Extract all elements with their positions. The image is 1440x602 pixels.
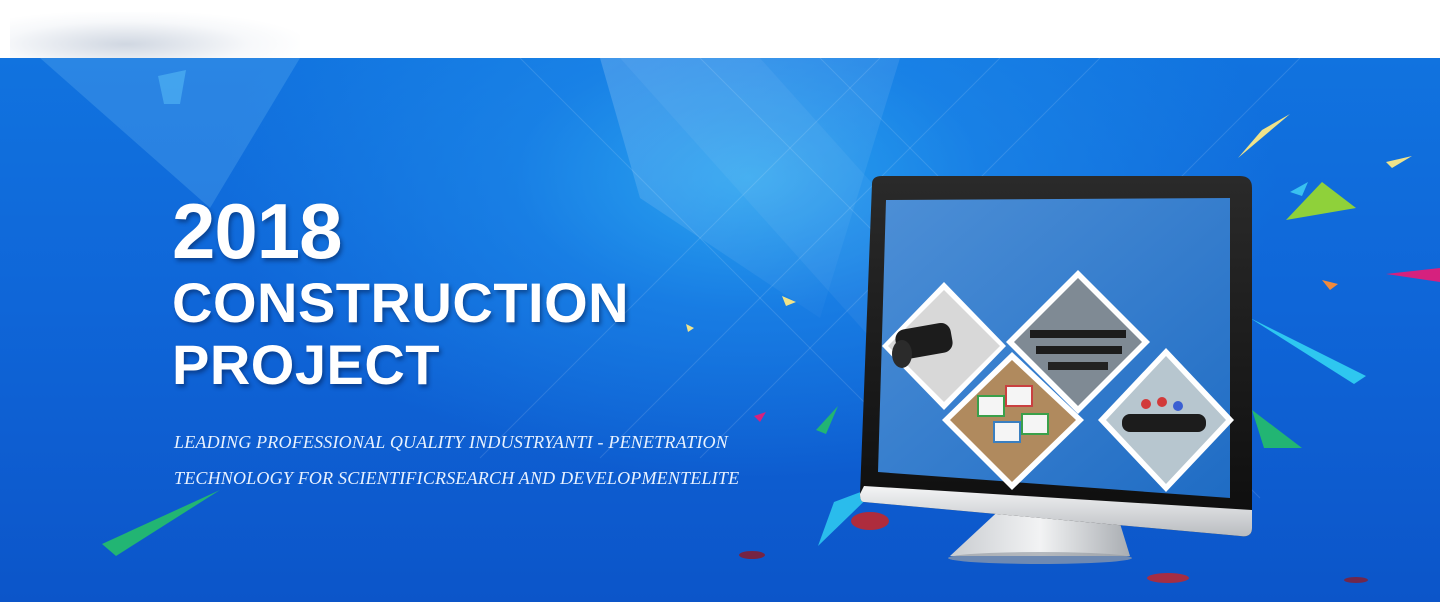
- hero-subtitle-line-1: LEADING PROFESSIONAL QUALITY INDUSTRYANT…: [174, 432, 728, 452]
- confetti-yellow: [1386, 156, 1412, 168]
- confetti-red: [1147, 573, 1189, 583]
- confetti-red: [739, 551, 765, 559]
- hero-banner[interactable]: 2018 CONSTRUCTION PROJECT LEADING PROFES…: [0, 58, 1440, 602]
- hero-subtitle-line-2: TECHNOLOGY FOR SCIENTIFICRSEARCH AND DEV…: [174, 468, 740, 488]
- confetti-red: [1344, 577, 1368, 583]
- confetti-green: [102, 490, 220, 556]
- top-header-bar: [0, 0, 1440, 58]
- hero-line-1: CONSTRUCTION: [172, 271, 630, 334]
- confetti-magenta: [1386, 268, 1440, 282]
- hero-headline: 2018 CONSTRUCTION PROJECT: [172, 190, 629, 396]
- confetti-cyan: [1250, 318, 1366, 384]
- confetti-cyan: [1290, 182, 1308, 196]
- header-shadow: [10, 12, 300, 58]
- monitor-illustration: [860, 176, 1252, 564]
- hero-year: 2018: [172, 187, 343, 275]
- confetti-green: [1286, 182, 1356, 220]
- confetti-magenta: [754, 412, 766, 422]
- hero-line-2: PROJECT: [172, 333, 440, 396]
- hero-subtitle: LEADING PROFESSIONAL QUALITY INDUSTRYANT…: [174, 424, 739, 496]
- confetti-green: [816, 406, 838, 434]
- confetti-yellow: [686, 324, 694, 332]
- monitor-base-shadow: [948, 552, 1132, 564]
- confetti-yellow: [1238, 114, 1290, 158]
- confetti-orange: [1322, 280, 1338, 290]
